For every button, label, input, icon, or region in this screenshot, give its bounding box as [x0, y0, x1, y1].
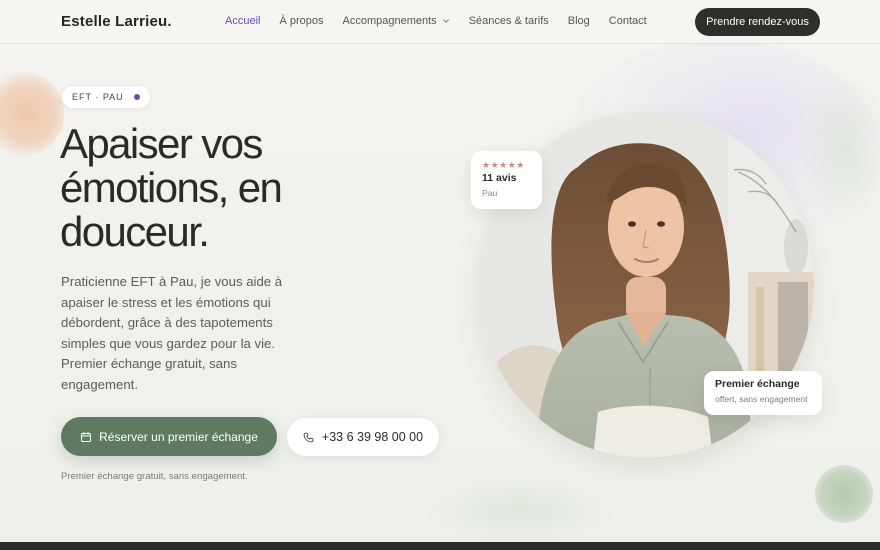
decorative-peach-blob	[0, 72, 64, 156]
nav-item-seances-tarifs[interactable]: Séances & tarifs	[469, 15, 549, 27]
star-rating: ★★★★★	[482, 160, 525, 170]
primary-cta-label: Réserver un premier échange	[99, 429, 258, 444]
hero-footnote: Premier échange gratuit, sans engagement…	[61, 471, 248, 482]
reviews-card: ★★★★★ 11 avis Pau	[471, 151, 542, 209]
phone-button[interactable]: +33 6 39 98 00 00	[287, 418, 439, 456]
location-badge: EFT · PAU	[61, 85, 151, 109]
nav-item-label: Blog	[567, 15, 590, 27]
book-appointment-button[interactable]: Prendre rendez-vous	[695, 8, 820, 36]
hero-title-line: douceur.	[60, 208, 210, 255]
book-first-exchange-button[interactable]: Réserver un premier échange	[61, 417, 277, 456]
badge-label: EFT · PAU	[72, 92, 124, 102]
badge-dot	[133, 94, 140, 100]
site-header: Estelle Larrieu. Accueil À propos Accomp…	[0, 0, 880, 44]
nav-item-accompagnements[interactable]: Accompagnements	[343, 15, 450, 27]
phone-icon	[303, 432, 314, 443]
decorative-green-glow-bottom	[420, 470, 620, 550]
hero-title-line: Apaiser vos	[60, 120, 263, 167]
main-nav: Accueil À propos Accompagnements Séances…	[225, 15, 666, 27]
nav-item-contact[interactable]: Contact	[609, 15, 647, 27]
decorative-green-blob	[815, 465, 873, 523]
brand-logo[interactable]: Estelle Larrieu.	[61, 13, 172, 30]
nav-item-label: Accueil	[225, 15, 261, 27]
chevron-down-icon	[442, 17, 450, 25]
reviews-count: 11 avis	[482, 172, 517, 184]
hero-title-line: émotions, en	[60, 164, 283, 211]
nav-item-a-propos[interactable]: À propos	[279, 15, 323, 27]
footer-strip	[0, 542, 880, 550]
hero-lead-paragraph: Praticienne EFT à Pau, je vous aide à ap…	[61, 274, 283, 392]
hero-title: Apaiser vos émotions, en douceur.	[60, 122, 360, 254]
nav-item-label: À propos	[279, 15, 324, 27]
offer-title: Premier échange	[715, 378, 800, 390]
nav-item-label: Accompagnements	[342, 15, 437, 27]
decorative-green-glow-top	[800, 70, 880, 230]
nav-item-label: Contact	[608, 15, 647, 27]
phone-number: +33 6 39 98 00 00	[321, 430, 424, 444]
offer-card: Premier échange offert, sans engagement	[704, 371, 822, 415]
nav-item-accueil[interactable]: Accueil	[225, 15, 260, 27]
nav-item-label: Séances & tarifs	[468, 15, 549, 27]
offer-subtitle: offert, sans engagement	[715, 394, 808, 404]
reviews-location: Pau	[482, 188, 498, 198]
calendar-icon	[80, 431, 92, 443]
nav-item-blog[interactable]: Blog	[568, 15, 590, 27]
